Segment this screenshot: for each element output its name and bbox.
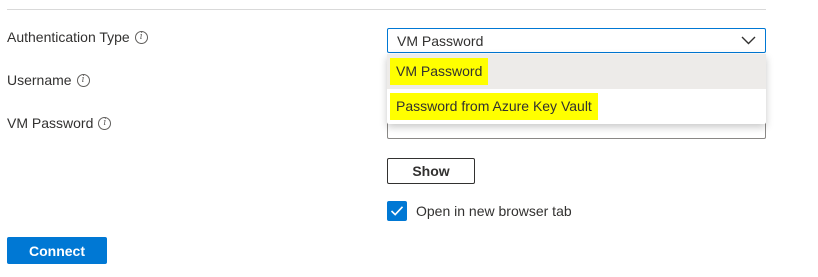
username-label: Username xyxy=(7,72,72,88)
checkmark-icon xyxy=(390,206,404,216)
dropdown-option-vm-password[interactable]: VM Password xyxy=(387,54,766,89)
auth-type-dropdown-list: VM Password Password from Azure Key Vaul… xyxy=(387,54,766,124)
option-label: Password from Azure Key Vault xyxy=(390,93,598,120)
dropdown-option-azure-key-vault[interactable]: Password from Azure Key Vault xyxy=(387,89,766,124)
open-new-tab-label: Open in new browser tab xyxy=(416,203,572,219)
vm-password-label-row: VM Password i xyxy=(7,113,112,133)
info-icon[interactable]: i xyxy=(98,116,112,130)
connect-button[interactable]: Connect xyxy=(7,237,107,264)
chevron-down-icon xyxy=(741,36,756,45)
auth-type-selected-value: VM Password xyxy=(397,32,484,49)
show-password-button[interactable]: Show xyxy=(387,158,475,184)
option-label: VM Password xyxy=(390,58,489,85)
username-label-row: Username i xyxy=(7,70,90,90)
section-divider xyxy=(7,9,766,10)
info-icon[interactable]: i xyxy=(76,73,90,87)
open-new-tab-checkbox[interactable] xyxy=(387,201,407,221)
vm-password-label: VM Password xyxy=(7,115,94,131)
auth-type-label-row: Authentication Type i xyxy=(7,27,148,47)
auth-type-label: Authentication Type xyxy=(7,29,130,45)
info-icon[interactable]: i xyxy=(134,30,148,44)
auth-type-select[interactable]: VM Password xyxy=(387,28,766,53)
